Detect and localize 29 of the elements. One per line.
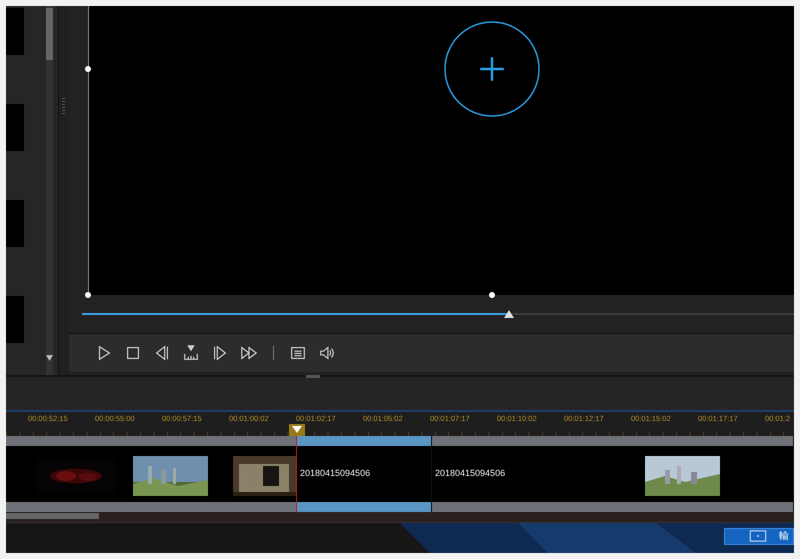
scroll-thumb[interactable] <box>46 8 53 60</box>
marker-icon <box>182 344 200 362</box>
export-icon <box>749 530 767 542</box>
add-circle-icon[interactable] <box>443 20 541 118</box>
fast-forward-icon <box>240 344 258 362</box>
scroll-thumb[interactable] <box>6 513 99 519</box>
clip-label: 20180415094506 <box>435 468 506 478</box>
volume-icon <box>318 344 336 362</box>
media-thumbnail[interactable] <box>6 8 24 55</box>
list-icon <box>289 344 307 362</box>
splitter-grip[interactable] <box>62 98 65 114</box>
media-thumbnail[interactable] <box>6 104 24 151</box>
export-button[interactable]: 輸 <box>724 528 794 544</box>
previous-frame-icon <box>153 344 171 362</box>
scroll-down-icon[interactable] <box>46 355 53 361</box>
media-thumbnail[interactable] <box>6 296 24 343</box>
scrubber-thumb[interactable] <box>504 310 514 318</box>
splitter-grip[interactable] <box>306 375 320 378</box>
scrollbar[interactable] <box>6 512 794 523</box>
stop-icon <box>124 344 142 362</box>
playhead-marker[interactable] <box>289 424 305 436</box>
resize-handle[interactable] <box>85 66 91 72</box>
video-clip[interactable] <box>6 436 297 512</box>
resize-handle[interactable] <box>85 292 91 298</box>
scrollbar[interactable] <box>46 6 53 375</box>
clip-label: 20180415094506 <box>300 468 370 478</box>
resize-handle[interactable] <box>489 292 495 298</box>
media-thumbnail[interactable] <box>6 200 24 247</box>
next-frame-icon <box>211 344 229 362</box>
